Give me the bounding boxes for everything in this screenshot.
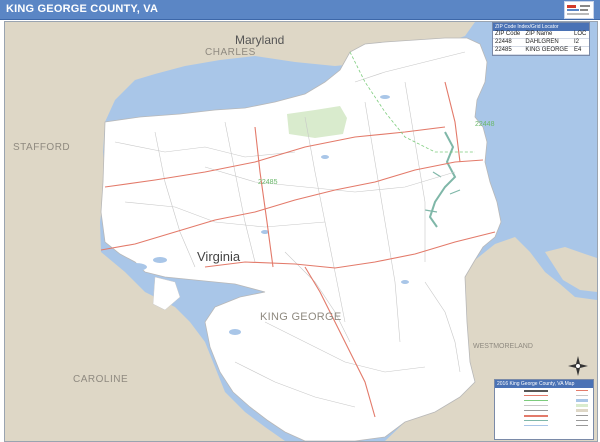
label-stafford: STAFFORD: [13, 142, 70, 153]
label-virginia: Virginia: [197, 249, 241, 264]
zip-locator-title: ZIP Code Index/Grid Locator: [493, 23, 589, 31]
zip-code: 22448: [493, 38, 524, 47]
label-king-george: KING GEORGE: [260, 311, 342, 323]
zip-locator-table: ZIP Code ZIP Name LOC 22448 DAHLGREN I2 …: [493, 31, 589, 55]
label-zip-22485: 22485: [258, 179, 278, 186]
label-maryland: Maryland: [235, 33, 284, 47]
title-bar: KING GEORGE COUNTY, VA: [0, 0, 600, 20]
legend-row: [498, 423, 590, 428]
label-caroline: CAROLINE: [73, 374, 128, 385]
zip-name: DAHLGREN: [523, 38, 572, 47]
zip-code: 22485: [493, 46, 524, 55]
zip-header-code: ZIP Code: [493, 31, 524, 39]
label-westmoreland: WESTMORELAND: [473, 343, 533, 350]
map-title: KING GEORGE COUNTY, VA: [6, 3, 159, 15]
table-row: 22485 KING GEORGE E4: [493, 46, 589, 55]
compass-rose-icon: [568, 356, 588, 376]
zip-name: KING GEORGE: [523, 46, 572, 55]
legend-title: 2016 King George County, VA Map: [495, 380, 593, 388]
zip-header-loc: LOC: [571, 31, 589, 39]
zip-header-name: ZIP Name: [523, 31, 572, 39]
zip-locator-panel: ZIP Code Index/Grid Locator ZIP Code ZIP…: [492, 22, 590, 56]
table-row: 22448 DAHLGREN I2: [493, 38, 589, 47]
legend-panel: 2016 King George County, VA Map: [494, 379, 594, 440]
zip-loc: I2: [571, 38, 589, 47]
publisher-logo: [564, 1, 594, 19]
label-zip-22448: 22448: [475, 121, 495, 128]
label-charles: CHARLES: [205, 47, 256, 58]
zip-loc: E4: [571, 46, 589, 55]
